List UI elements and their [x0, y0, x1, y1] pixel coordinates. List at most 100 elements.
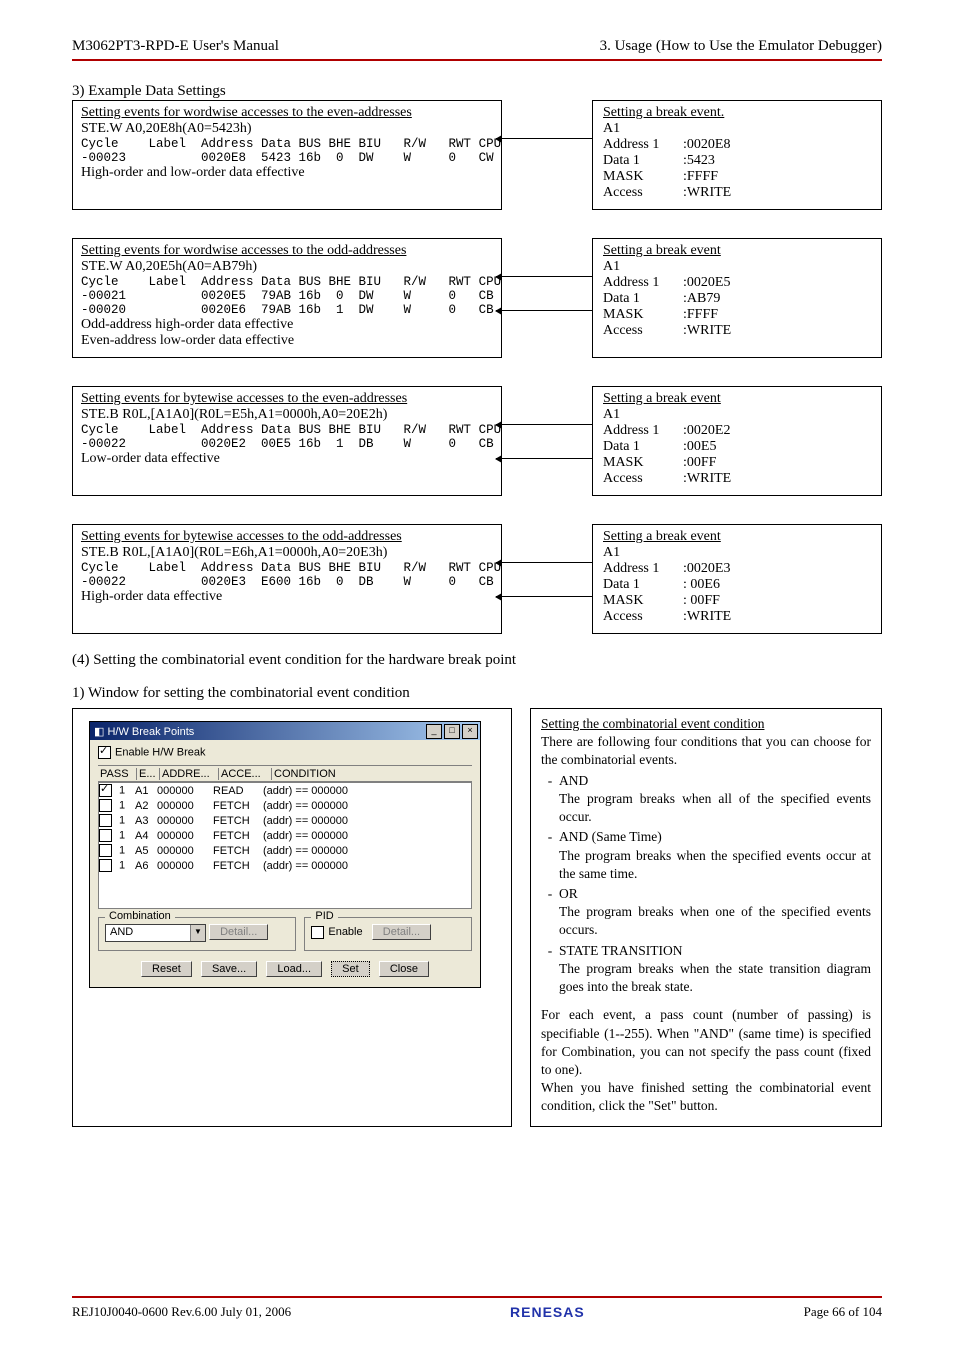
- break-event-kv: A1: [603, 407, 871, 423]
- close-icon[interactable]: ×: [462, 724, 478, 739]
- example-left-note: High-order and low-order data effective: [81, 165, 493, 181]
- col-cond: CONDITION: [272, 768, 394, 780]
- example-left-2: Setting events for bytewise accesses to …: [72, 386, 502, 496]
- break-event-kv: A1: [603, 259, 871, 275]
- example-right-0: Setting a break event.A1Address 1:0020E8…: [592, 100, 882, 210]
- break-event-kv: Access:WRITE: [603, 471, 871, 487]
- example-left-note: High-order data effective: [81, 589, 493, 605]
- para-4: (4) Setting the combinatorial event cond…: [72, 652, 882, 669]
- example-left-title: Setting events for bytewise accesses to …: [81, 391, 493, 407]
- condition-desc: The program breaks when the specified ev…: [559, 847, 871, 883]
- example-left-sub: STE.B R0L,[A1A0](R0L=E5h,A1=0000h,A0=20E…: [81, 407, 493, 423]
- break-event-kv: Address 1:0020E8: [603, 137, 871, 153]
- pid-group: PID Enable Detail...: [304, 917, 472, 951]
- example-left-sub: STE.W A0,20E8h(A0=5423h): [81, 121, 493, 137]
- break-event-title: Setting a break event: [603, 529, 871, 545]
- save-button[interactable]: Save...: [201, 961, 257, 977]
- break-event-kv: MASK: 00FF: [603, 593, 871, 609]
- combination-group: Combination AND ▼ Detail...: [98, 917, 296, 951]
- col-e: E...: [137, 768, 160, 780]
- break-event-kv: A1: [603, 545, 871, 561]
- maximize-icon[interactable]: □: [444, 724, 460, 739]
- table-row[interactable]: 1A2000000FETCH(addr) == 000000: [99, 798, 471, 813]
- hw-break-dialog: ◧ H/W Break Points _ □ × Enable H/W Brea…: [89, 721, 481, 988]
- break-event-kv: Data 1:AB79: [603, 291, 871, 307]
- right-panel-foot1: For each event, a pass count (number of …: [541, 1006, 871, 1079]
- row-checkbox[interactable]: [99, 844, 112, 857]
- table-row[interactable]: 1A3000000FETCH(addr) == 000000: [99, 813, 471, 828]
- table-row[interactable]: 1A4000000FETCH(addr) == 000000: [99, 828, 471, 843]
- example-left-note: Odd-address high-order data effective Ev…: [81, 317, 493, 349]
- condition-item: -AND (Same Time): [541, 828, 871, 846]
- example-left-title: Setting events for wordwise accesses to …: [81, 105, 493, 121]
- close-button[interactable]: Close: [379, 961, 429, 977]
- chevron-down-icon: ▼: [190, 925, 205, 941]
- combination-select[interactable]: AND ▼: [105, 924, 206, 942]
- dialog-title: H/W Break Points: [107, 726, 194, 738]
- break-event-kv: Address 1:0020E2: [603, 423, 871, 439]
- reset-button[interactable]: Reset: [141, 961, 192, 977]
- row-checkbox[interactable]: [99, 814, 112, 827]
- condition-desc: The program breaks when one of the speci…: [559, 903, 871, 939]
- header-right: 3. Usage (How to Use the Emulator Debugg…: [600, 38, 882, 55]
- example-left-1: Setting events for wordwise accesses to …: [72, 238, 502, 358]
- example-right-3: Setting a break eventA1Address 1:0020E3D…: [592, 524, 882, 634]
- right-panel-foot2: When you have finished setting the combi…: [541, 1079, 871, 1115]
- table-row[interactable]: 1A1000000READ(addr) == 000000: [99, 783, 471, 798]
- screenshot-panel: ◧ H/W Break Points _ □ × Enable H/W Brea…: [72, 708, 512, 1127]
- enable-hw-break-checkbox[interactable]: Enable H/W Break: [98, 746, 472, 759]
- condition-desc: The program breaks when the state transi…: [559, 960, 871, 996]
- row-checkbox[interactable]: [99, 799, 112, 812]
- break-event-kv: Data 1: 00E6: [603, 577, 871, 593]
- col-acc: ACCE...: [219, 768, 272, 780]
- break-event-kv: Access:WRITE: [603, 609, 871, 625]
- break-event-kv: Access:WRITE: [603, 185, 871, 201]
- example-trace: Cycle Label Address Data BUS BHE BIU R/W…: [81, 137, 493, 165]
- break-event-title: Setting a break event.: [603, 105, 871, 121]
- explanation-panel: Setting the combinatorial event conditio…: [530, 708, 882, 1127]
- example-left-sub: STE.B R0L,[A1A0](R0L=E6h,A1=0000h,A0=20E…: [81, 545, 493, 561]
- example-left-title: Setting events for bytewise accesses to …: [81, 529, 493, 545]
- condition-item: -AND: [541, 772, 871, 790]
- pid-enable-checkbox[interactable]: Enable: [311, 926, 362, 938]
- break-event-kv: Address 1:0020E3: [603, 561, 871, 577]
- subpara-1: 1) Window for setting the combinatorial …: [72, 685, 882, 702]
- break-event-kv: A1: [603, 121, 871, 137]
- load-button[interactable]: Load...: [266, 961, 322, 977]
- section-3-title: 3) Example Data Settings: [72, 83, 882, 100]
- break-event-kv: MASK:FFFF: [603, 307, 871, 323]
- col-addr: ADDRE...: [160, 768, 219, 780]
- break-event-title: Setting a break event: [603, 391, 871, 407]
- table-row[interactable]: 1A5000000FETCH(addr) == 000000: [99, 843, 471, 858]
- example-left-sub: STE.W A0,20E5h(A0=AB79h): [81, 259, 493, 275]
- break-event-kv: Access:WRITE: [603, 323, 871, 339]
- break-event-title: Setting a break event: [603, 243, 871, 259]
- events-table: PASS E... ADDRE... ACCE... CONDITION 1A1…: [98, 765, 472, 909]
- break-event-kv: MASK:00FF: [603, 455, 871, 471]
- col-pass: PASS: [98, 768, 137, 780]
- row-checkbox[interactable]: [99, 784, 112, 797]
- renesas-logo: RENESAS: [510, 1304, 585, 1320]
- footer-right: Page 66 of 104: [804, 1304, 882, 1320]
- example-trace: Cycle Label Address Data BUS BHE BIU R/W…: [81, 423, 493, 451]
- example-trace: Cycle Label Address Data BUS BHE BIU R/W…: [81, 275, 493, 317]
- condition-item: -STATE TRANSITION: [541, 942, 871, 960]
- condition-desc: The program breaks when all of the speci…: [559, 790, 871, 826]
- row-checkbox[interactable]: [99, 859, 112, 872]
- right-panel-title: Setting the combinatorial event conditio…: [541, 715, 871, 733]
- comb-detail-button[interactable]: Detail...: [209, 924, 268, 940]
- example-right-2: Setting a break eventA1Address 1:0020E2D…: [592, 386, 882, 496]
- condition-item: -OR: [541, 885, 871, 903]
- minimize-icon[interactable]: _: [426, 724, 442, 739]
- pid-detail-button[interactable]: Detail...: [372, 924, 431, 940]
- set-button[interactable]: Set: [331, 961, 370, 977]
- table-row[interactable]: 1A6000000FETCH(addr) == 000000: [99, 858, 471, 873]
- right-panel-intro: There are following four conditions that…: [541, 733, 871, 769]
- header-left: M3062PT3-RPD-E User's Manual: [72, 38, 279, 55]
- example-left-3: Setting events for bytewise accesses to …: [72, 524, 502, 634]
- example-trace: Cycle Label Address Data BUS BHE BIU R/W…: [81, 561, 493, 589]
- example-left-note: Low-order data effective: [81, 451, 493, 467]
- example-right-1: Setting a break eventA1Address 1:0020E5D…: [592, 238, 882, 358]
- row-checkbox[interactable]: [99, 829, 112, 842]
- example-left-0: Setting events for wordwise accesses to …: [72, 100, 502, 210]
